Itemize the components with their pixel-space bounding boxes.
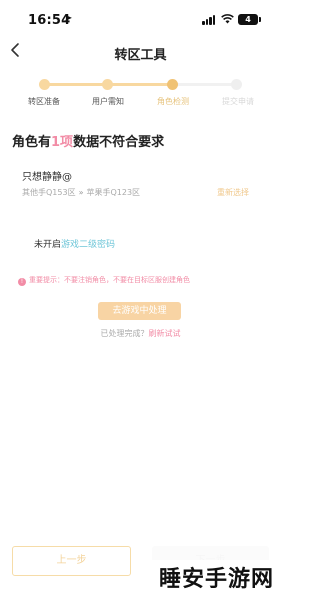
target-server: 苹果手Q123区 <box>86 188 141 197</box>
headline-suffix: 数据不符合要求 <box>73 135 165 150</box>
status-bar: 16:54 ➤ 4 <box>0 0 281 40</box>
step-line-2 <box>107 83 172 86</box>
previous-step-button[interactable]: 上一步 <box>12 546 131 576</box>
refresh-link[interactable]: 刷新试试 <box>149 329 181 338</box>
tip-text: 重要提示：不要注销角色，不要在目标区服创建角色 <box>29 276 190 284</box>
cellular-signal-icon <box>202 15 216 25</box>
password-issue-prefix: 未开启 <box>34 240 62 250</box>
role-name: 只想静静@ <box>22 172 72 183</box>
second-password-link[interactable]: 游戏二级密码 <box>61 240 115 250</box>
step-label-1: 转区准备 <box>28 97 60 106</box>
nav-bar: 转区工具 <box>0 38 281 68</box>
processed-prefix: 已处理完成？ <box>100 329 149 338</box>
step-label-3: 角色检测 <box>157 97 189 106</box>
step-line-1 <box>44 83 107 86</box>
route-arrow-icon: » <box>78 188 84 197</box>
reselect-link[interactable]: 重新选择 <box>217 187 249 198</box>
page-title: 转区工具 <box>114 48 167 63</box>
location-arrow-icon: ➤ <box>64 13 73 24</box>
step-line-3 <box>172 83 236 86</box>
progress-stepper: 转区准备 用户需知 角色检测 提交申请 <box>0 76 281 110</box>
step-dot-2 <box>102 79 113 90</box>
wifi-icon <box>221 13 234 27</box>
step-label-4: 提交申请 <box>222 97 254 106</box>
password-issue: 未开启游戏二级密码 <box>34 237 115 250</box>
battery-icon: 4 <box>238 14 261 25</box>
site-watermark: 睡安手游网 <box>152 560 281 600</box>
step-label-2: 用户需知 <box>92 97 124 106</box>
step-dot-1 <box>39 79 50 90</box>
important-tip: ! 重要提示：不要注销角色，不要在目标区服创建角色 <box>18 275 190 286</box>
warning-icon: ! <box>18 278 26 286</box>
headline-prefix: 角色有 <box>12 135 52 150</box>
headline-count: 1项 <box>51 135 74 150</box>
role-route: 其他手Q153区» 苹果手Q123区 <box>22 187 140 198</box>
check-result-headline: 角色有1项数据不符合要求 <box>12 131 164 150</box>
step-dot-3 <box>167 79 178 90</box>
step-dot-4 <box>231 79 242 90</box>
source-server: 其他手Q153区 <box>22 188 76 197</box>
go-process-in-game-button[interactable]: 去游戏中处理 <box>98 302 181 320</box>
processed-hint: 已处理完成？刷新试试 <box>0 328 281 339</box>
